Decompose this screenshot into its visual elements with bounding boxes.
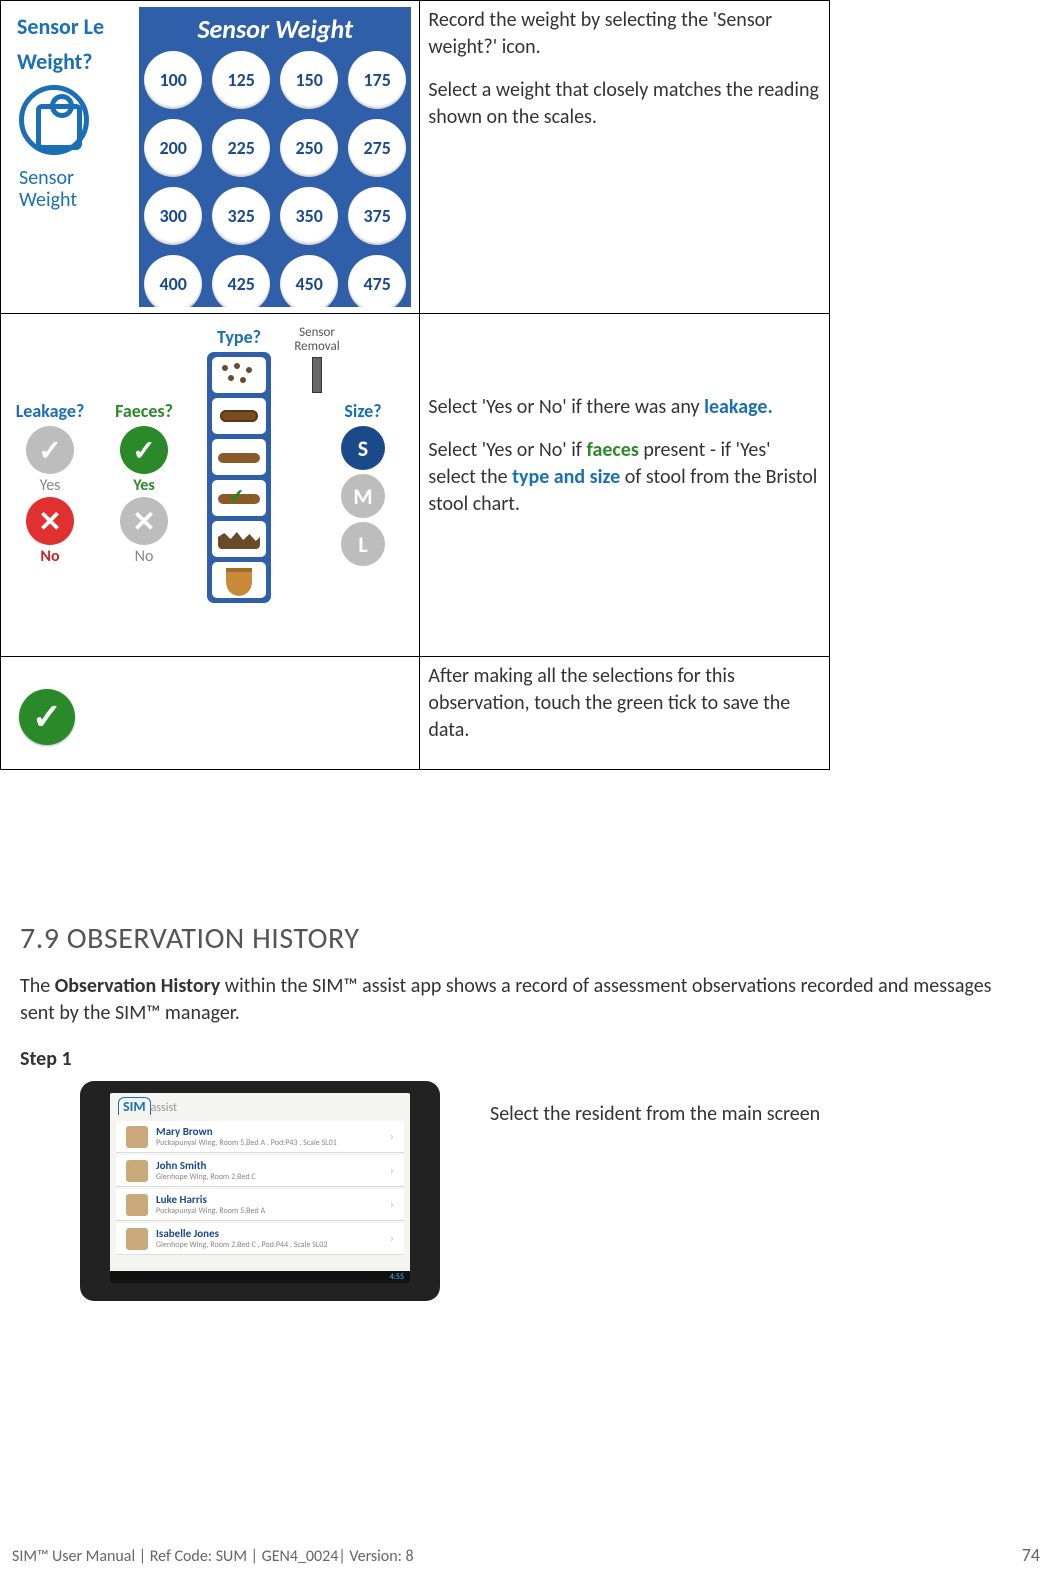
page-footer: SIM™ User Manual | Ref Code: SUM | GEN4_…: [12, 1547, 414, 1566]
weight-option-200[interactable]: 200: [144, 119, 202, 177]
size-column: Size? S M L: [333, 400, 393, 570]
resident-row[interactable]: Luke HarrisPuckapunyal Wing, Room 5,Bed …: [116, 1189, 404, 1221]
weight-option-250[interactable]: 250: [280, 119, 338, 177]
faeces-column: Faeces? ✓ Yes ✕ No: [109, 400, 179, 566]
weight-option-400[interactable]: 400: [144, 255, 202, 307]
avatar: [126, 1160, 148, 1182]
stool-type-1[interactable]: [212, 357, 266, 393]
section-heading: 7.9 OBSERVATION HISTORY: [20, 920, 1030, 957]
stool-type-5[interactable]: [212, 521, 266, 557]
size-m-button[interactable]: M: [341, 474, 385, 518]
chevron-right-icon: ›: [390, 1164, 394, 1178]
weight-option-300[interactable]: 300: [144, 187, 202, 245]
size-s-button[interactable]: S: [341, 426, 385, 470]
resident-row[interactable]: John SmithGlenhope Wing, Room 2,Bed C›: [116, 1155, 404, 1187]
avatar: [126, 1126, 148, 1148]
weight-option-375[interactable]: 375: [348, 187, 406, 245]
instr-leakage: Select 'Yes or No' if there was any leak…: [428, 394, 821, 421]
type-header: Type?: [199, 326, 279, 348]
weight-option-325[interactable]: 325: [212, 187, 270, 245]
chevron-right-icon: ›: [390, 1130, 394, 1144]
size-header: Size?: [333, 400, 393, 422]
instr-faeces: Select 'Yes or No' if faeces present - i…: [428, 437, 821, 518]
sensor-weight-caption: Sensor Weight: [13, 163, 133, 215]
resident-row[interactable]: Mary BrownPuckapunyal Wing, Room 5,Bed A…: [116, 1121, 404, 1153]
sensor-weight-panel: Sensor Le Weight? Sensor Weight Sensor W…: [9, 7, 411, 307]
tablet-status-bar: 4:55: [110, 1271, 410, 1283]
sensor-removal-column: Sensor Removal: [287, 326, 347, 393]
faeces-yes-label: Yes: [109, 476, 179, 495]
save-tick-icon[interactable]: ✓: [19, 689, 75, 745]
weight-option-125[interactable]: 125: [212, 51, 270, 109]
size-l-button[interactable]: L: [341, 522, 385, 566]
page-number: 74: [1022, 1544, 1040, 1566]
weight-option-150[interactable]: 150: [280, 51, 338, 109]
sensor-removal-header: Sensor Removal: [287, 326, 347, 353]
faeces-yes-button[interactable]: ✓: [120, 426, 168, 474]
faeces-header: Faeces?: [109, 400, 179, 422]
stool-type-2[interactable]: [212, 398, 266, 434]
avatar: [126, 1228, 148, 1250]
weight-option-450[interactable]: 450: [280, 255, 338, 307]
instr-record-weight: Record the weight by selecting the 'Sens…: [428, 7, 821, 61]
instr-save-tick: After making all the selections for this…: [428, 663, 821, 744]
weight-picker-title: Sensor Weight: [145, 13, 405, 45]
weight-option-275[interactable]: 275: [348, 119, 406, 177]
weight-option-425[interactable]: 425: [212, 255, 270, 307]
leakage-column: Leakage? ✓ Yes ✕ No: [15, 400, 85, 566]
sensor-removal-indicator[interactable]: [312, 357, 322, 393]
sensor-weight-question: Weight?: [13, 42, 133, 77]
weight-picker-panel: Sensor Weight 100125150175 200225250275 30…: [139, 7, 411, 307]
resident-row[interactable]: Isabelle JonesGlenhope Wing, Room 2,Bed …: [116, 1223, 404, 1255]
weight-option-225[interactable]: 225: [212, 119, 270, 177]
app-logo: SIMassist: [110, 1093, 410, 1119]
bristol-type-strip: [207, 352, 271, 603]
step-1-instr: Select the resident from the main screen: [490, 1101, 820, 1128]
step-1-label: Step 1: [20, 1047, 1030, 1071]
scale-icon[interactable]: [19, 85, 89, 155]
leakage-no-button[interactable]: ✕: [26, 497, 74, 545]
instr-select-weight: Select a weight that closely matches the…: [428, 77, 821, 131]
stool-type-4-selected[interactable]: [212, 480, 266, 516]
leakage-header: Leakage?: [15, 400, 85, 422]
leakage-yes-label: Yes: [15, 476, 85, 495]
weight-option-475[interactable]: 475: [348, 255, 406, 307]
weight-option-175[interactable]: 175: [348, 51, 406, 109]
tablet-mockup: SIMassist Mary BrownPuckapunyal Wing, Ro…: [80, 1081, 440, 1301]
stool-type-3[interactable]: [212, 439, 266, 475]
weight-option-350[interactable]: 350: [280, 187, 338, 245]
sensor-weight-cut-label: Sensor Le: [13, 7, 133, 42]
chevron-right-icon: ›: [390, 1232, 394, 1246]
section-intro: The Observation History within the SIM™ …: [20, 973, 1030, 1027]
stool-options-panel: Leakage? ✓ Yes ✕ No Faeces? ✓ Yes ✕ No: [9, 320, 411, 650]
chevron-right-icon: ›: [390, 1198, 394, 1212]
faeces-no-label: No: [109, 547, 179, 566]
faeces-no-button[interactable]: ✕: [120, 497, 168, 545]
stool-type-6[interactable]: [212, 562, 266, 598]
weight-option-100[interactable]: 100: [144, 51, 202, 109]
sensor-weight-label-column: Sensor Le Weight? Sensor Weight: [13, 7, 133, 215]
leakage-yes-button[interactable]: ✓: [26, 426, 74, 474]
type-column: Type?: [199, 326, 279, 603]
avatar: [126, 1194, 148, 1216]
leakage-no-label: No: [15, 547, 85, 566]
